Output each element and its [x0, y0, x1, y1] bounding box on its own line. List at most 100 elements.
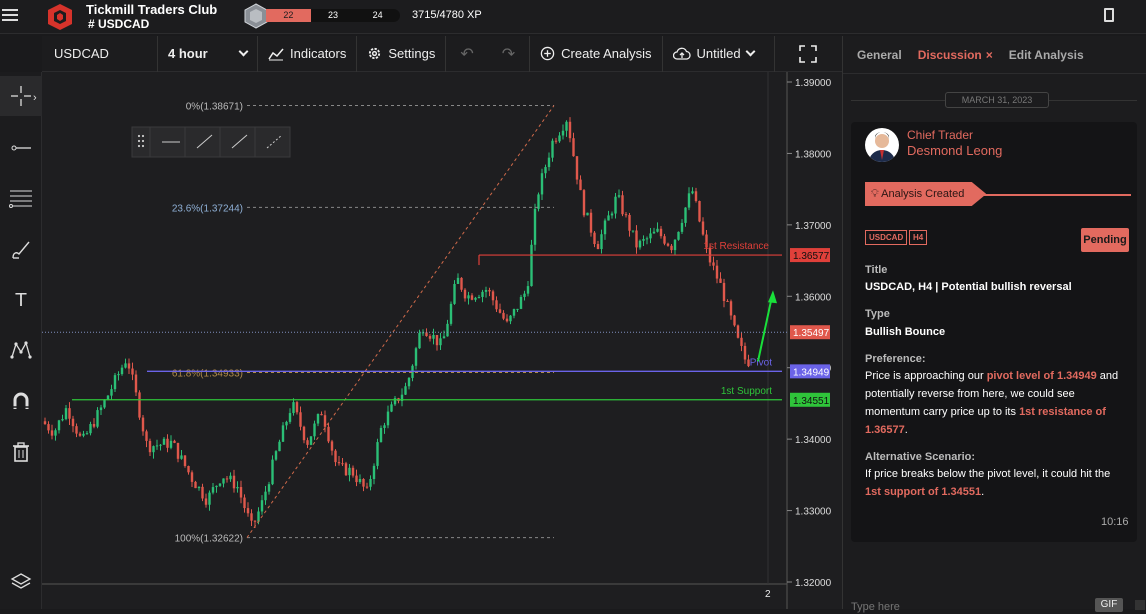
candle-body: [78, 433, 82, 436]
candle-body: [677, 231, 680, 240]
save-layout-button[interactable]: Untitled: [663, 35, 775, 72]
pivot-price-label: 1.34949: [793, 367, 830, 378]
candle-body: [285, 421, 288, 426]
candle-body: [491, 291, 495, 301]
candle-body: [64, 408, 68, 420]
symbol-selector[interactable]: USDCAD: [42, 35, 158, 72]
candle-body: [302, 426, 306, 441]
candle-body: [243, 497, 246, 509]
candle-body: [236, 487, 239, 489]
candle-body: [92, 424, 96, 427]
candle-body: [687, 193, 691, 208]
candle-body: [306, 440, 309, 445]
indicators-button[interactable]: Indicators: [258, 35, 358, 72]
xp-level-after: 24: [372, 10, 383, 20]
chevron-down-icon: [745, 46, 756, 57]
brush-icon[interactable]: [0, 230, 42, 270]
chart-canvas[interactable]: 1.390001.380001.370001.360001.350001.340…: [42, 72, 842, 609]
candle-body: [110, 389, 113, 396]
fullscreen-icon[interactable]: [775, 36, 827, 72]
author-name: Desmond Leong: [907, 143, 1003, 158]
analysis-created-label: Analysis Created: [881, 188, 965, 200]
candle-body: [502, 312, 505, 319]
pattern-icon[interactable]: [0, 330, 42, 370]
panel-tabs: General Discussion × Edit Analysis: [843, 36, 1146, 74]
chevron-right-icon[interactable]: ›: [33, 92, 37, 104]
create-analysis-button[interactable]: Create Analysis: [529, 35, 663, 72]
candle-body: [337, 462, 341, 464]
message-input[interactable]: [851, 600, 1087, 614]
tab-general[interactable]: General: [857, 48, 902, 62]
candle-body: [603, 220, 607, 235]
title-value: USDCAD, H4 | Potential bullish reversal: [865, 281, 1072, 293]
candle-body: [320, 413, 323, 416]
undo-icon[interactable]: ↶: [446, 36, 487, 72]
candle-body: [99, 407, 103, 411]
magnet-icon[interactable]: [0, 382, 42, 422]
candle-body: [365, 486, 369, 488]
candle-body: [614, 196, 617, 214]
device-icon[interactable]: [1104, 8, 1114, 22]
candle-body: [691, 191, 694, 194]
price-tick-label: 1.37000: [795, 221, 832, 232]
lightbulb-icon: 💡︎: [871, 188, 879, 200]
tab-discussion[interactable]: Discussion ×: [918, 48, 993, 62]
drag-handle-icon: [137, 139, 141, 143]
level-hex-icon: [244, 3, 268, 29]
candle-body: [407, 377, 411, 387]
candle-body: [453, 283, 456, 304]
candle-body: [579, 179, 582, 191]
text-tool-icon[interactable]: T: [0, 280, 42, 320]
candle-body: [141, 417, 145, 432]
candle-body: [540, 173, 544, 195]
date-separator: MARCH 31, 2023: [945, 92, 1049, 108]
candle-body: [50, 430, 54, 436]
indicators-label: Indicators: [290, 46, 347, 61]
interval-selector[interactable]: 4 hour: [158, 35, 258, 72]
drawing-tools-rail: › T: [0, 72, 42, 609]
candle-body: [558, 135, 561, 142]
message-time: 10:16: [1101, 516, 1129, 528]
settings-button[interactable]: Settings: [357, 35, 447, 72]
candle-body: [670, 245, 673, 251]
layers-icon[interactable]: [0, 562, 42, 602]
trend-line-icon[interactable]: [0, 128, 42, 168]
candle-body: [432, 334, 435, 339]
candle-body: [386, 411, 390, 426]
redo-icon[interactable]: ↷: [488, 36, 529, 72]
candle-body: [701, 221, 705, 235]
candle-body: [495, 300, 498, 310]
trash-icon[interactable]: [0, 432, 42, 472]
candle-body: [131, 368, 134, 375]
price-tick-label: 1.39000: [795, 78, 832, 89]
candle-body: [215, 485, 218, 488]
resistance-price-label: 1.36577: [793, 251, 830, 262]
candle-body: [201, 486, 204, 499]
candle-body: [729, 301, 733, 316]
candle-body: [572, 138, 575, 157]
type-label: Type: [865, 308, 890, 320]
price-chart[interactable]: 1.390001.380001.370001.360001.350001.340…: [42, 72, 842, 609]
candle-body: [341, 463, 344, 465]
xp-level-current: 22: [266, 9, 311, 22]
candle-body: [554, 140, 558, 142]
chart-toolbar: USDCAD 4 hour Indicators Settings ↶ ↷ Cr…: [42, 35, 842, 72]
fib-level-label: 61.8%(1.34933): [172, 369, 243, 380]
candle-body: [232, 475, 236, 489]
fib-retracement-icon[interactable]: [0, 178, 42, 218]
symbol-tag: USDCAD: [865, 230, 908, 245]
menu-icon[interactable]: [0, 6, 20, 26]
candle-body: [148, 440, 152, 453]
gif-button[interactable]: GIF: [1095, 598, 1123, 612]
drag-handle-icon: [141, 134, 145, 138]
gear-icon: [369, 47, 381, 60]
candle-body: [551, 140, 554, 158]
channel-name: # USDCAD: [88, 17, 150, 31]
close-icon[interactable]: ×: [986, 48, 993, 62]
tab-edit-analysis[interactable]: Edit Analysis: [1009, 48, 1084, 62]
candle-body: [684, 207, 687, 223]
candle-body: [369, 478, 372, 487]
preference-text-1: Price is approaching our: [865, 370, 987, 382]
club-title: Tickmill Traders Club: [86, 2, 218, 17]
candle-body: [117, 374, 120, 376]
